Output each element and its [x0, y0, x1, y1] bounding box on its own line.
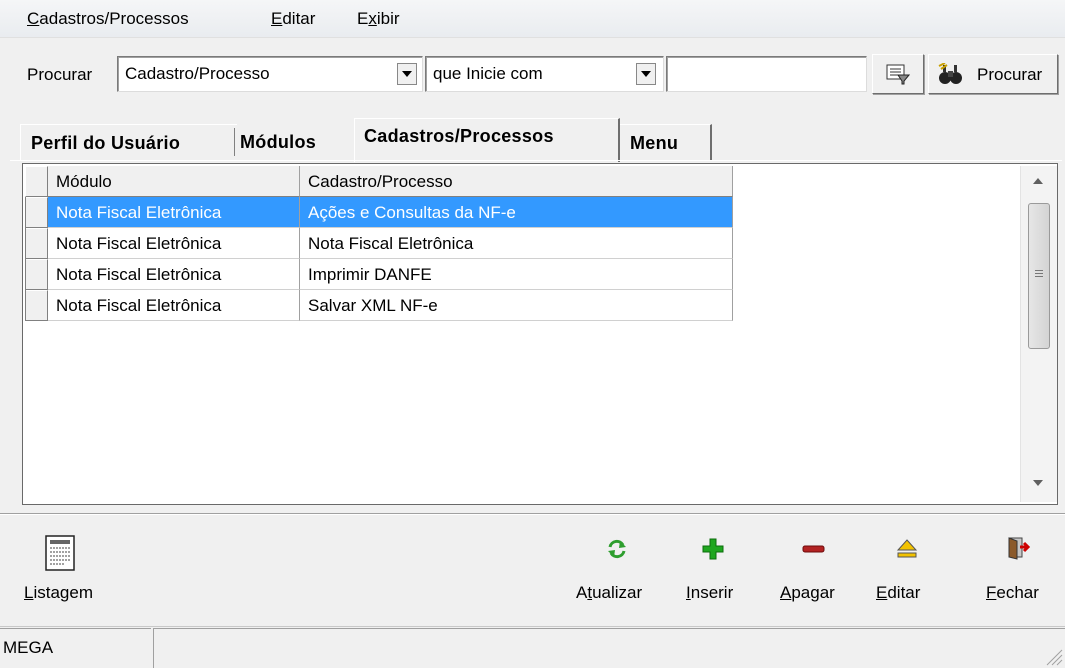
status-panel-mega: MEGA	[0, 628, 151, 668]
table-row-cell-processo[interactable]: Salvar XML NF-e	[300, 290, 733, 321]
report-icon	[45, 535, 75, 571]
status-text: MEGA	[3, 638, 54, 657]
row-indicator[interactable]	[25, 228, 48, 259]
column-header-cadastro-processo[interactable]: Cadastro/Processo	[300, 166, 733, 197]
procurar-button[interactable]: Procurar	[928, 54, 1058, 94]
search-input[interactable]	[666, 56, 867, 92]
listagem-button[interactable]: Listagem	[20, 530, 110, 612]
column-header-modulo[interactable]: Módulo	[48, 166, 300, 197]
row-indicator[interactable]	[25, 259, 48, 290]
tab-perfil-label: Perfil do Usuário	[31, 133, 181, 153]
tab-cadastros-processos[interactable]: Cadastros/Processos	[354, 118, 620, 162]
table-row-cell-modulo[interactable]: Nota Fiscal Eletrônica	[48, 197, 300, 228]
editar-label: Editar	[876, 583, 921, 602]
row-indicator[interactable]	[25, 197, 48, 228]
minus-icon	[802, 545, 825, 553]
refresh-icon	[608, 539, 626, 559]
status-panel-2	[153, 628, 1065, 668]
table-row-cell-processo[interactable]: Imprimir DANFE	[300, 259, 733, 290]
vertical-scrollbar[interactable]	[1020, 166, 1057, 502]
table-row-cell-modulo[interactable]: Nota Fiscal Eletrônica	[48, 228, 300, 259]
field-select[interactable]: Cadastro/Processo	[117, 56, 423, 92]
scroll-down-arrow-icon[interactable]	[1033, 480, 1043, 486]
table-row-cell-modulo[interactable]: Nota Fiscal Eletrônica	[48, 259, 300, 290]
filter-button[interactable]	[872, 54, 924, 94]
tab-menu[interactable]: Menu	[620, 124, 712, 160]
editar-button[interactable]: Editar	[876, 530, 946, 612]
search-label: Procurar	[27, 65, 93, 84]
plus-icon	[702, 538, 724, 560]
tab-modulos-label: Módulos	[240, 132, 317, 152]
grid-header-indicator	[25, 166, 48, 197]
atualizar-label: Atualizar	[576, 583, 643, 602]
match-select[interactable]: que Inicie com	[425, 56, 664, 92]
tab-modulos[interactable]: Módulos	[236, 124, 356, 160]
fechar-button[interactable]: Fechar	[980, 530, 1056, 612]
scroll-up-arrow-icon[interactable]	[1033, 178, 1043, 184]
table-row-cell-modulo[interactable]: Nota Fiscal Eletrônica	[48, 290, 300, 321]
data-grid[interactable]: Módulo Cadastro/Processo Nota Fiscal Ele…	[22, 163, 1058, 505]
exit-door-icon	[1008, 537, 1030, 560]
chevron-down-icon	[402, 71, 412, 77]
tab-menu-label: Menu	[630, 133, 679, 153]
menu-exibir[interactable]: Exibir	[357, 9, 400, 29]
match-select-value: que Inicie com	[433, 64, 543, 83]
binoculars-icon	[938, 63, 962, 84]
field-select-value: Cadastro/Processo	[125, 64, 270, 83]
field-select-dropdown-button[interactable]	[397, 63, 417, 85]
fechar-label: Fechar	[986, 583, 1039, 602]
chevron-down-icon	[641, 71, 651, 77]
table-row-cell-processo[interactable]: Ações e Consultas da NF-e	[300, 197, 733, 228]
scroll-thumb[interactable]	[1028, 203, 1050, 349]
match-select-dropdown-button[interactable]	[636, 63, 656, 85]
table-row-cell-processo[interactable]: Nota Fiscal Eletrônica	[300, 228, 733, 259]
atualizar-button[interactable]: Atualizar	[572, 530, 662, 612]
tab-perfil-do-usuario[interactable]: Perfil do Usuário	[20, 124, 237, 161]
menu-bar: Cadastros/Processos Editar Exibir	[0, 0, 1065, 38]
apagar-label: Apagar	[780, 583, 835, 602]
apagar-button[interactable]: Apagar	[774, 530, 858, 612]
procurar-button-label: Procurar	[977, 65, 1043, 84]
row-indicator[interactable]	[25, 290, 48, 321]
listagem-label: Listagem	[24, 583, 93, 602]
inserir-label: Inserir	[686, 583, 734, 602]
filter-list-icon	[886, 64, 910, 85]
resize-grip-icon[interactable]	[1043, 646, 1063, 666]
menu-cadastros-processos[interactable]: Cadastros/Processos	[27, 9, 189, 29]
tab-strip: Perfil do Usuário Módulos Cadastros/Proc…	[20, 118, 712, 162]
eject-icon	[896, 539, 918, 558]
tab-cadastros-label: Cadastros/Processos	[364, 126, 554, 146]
menu-editar[interactable]: Editar	[271, 9, 315, 29]
inserir-button[interactable]: Inserir	[680, 530, 750, 612]
